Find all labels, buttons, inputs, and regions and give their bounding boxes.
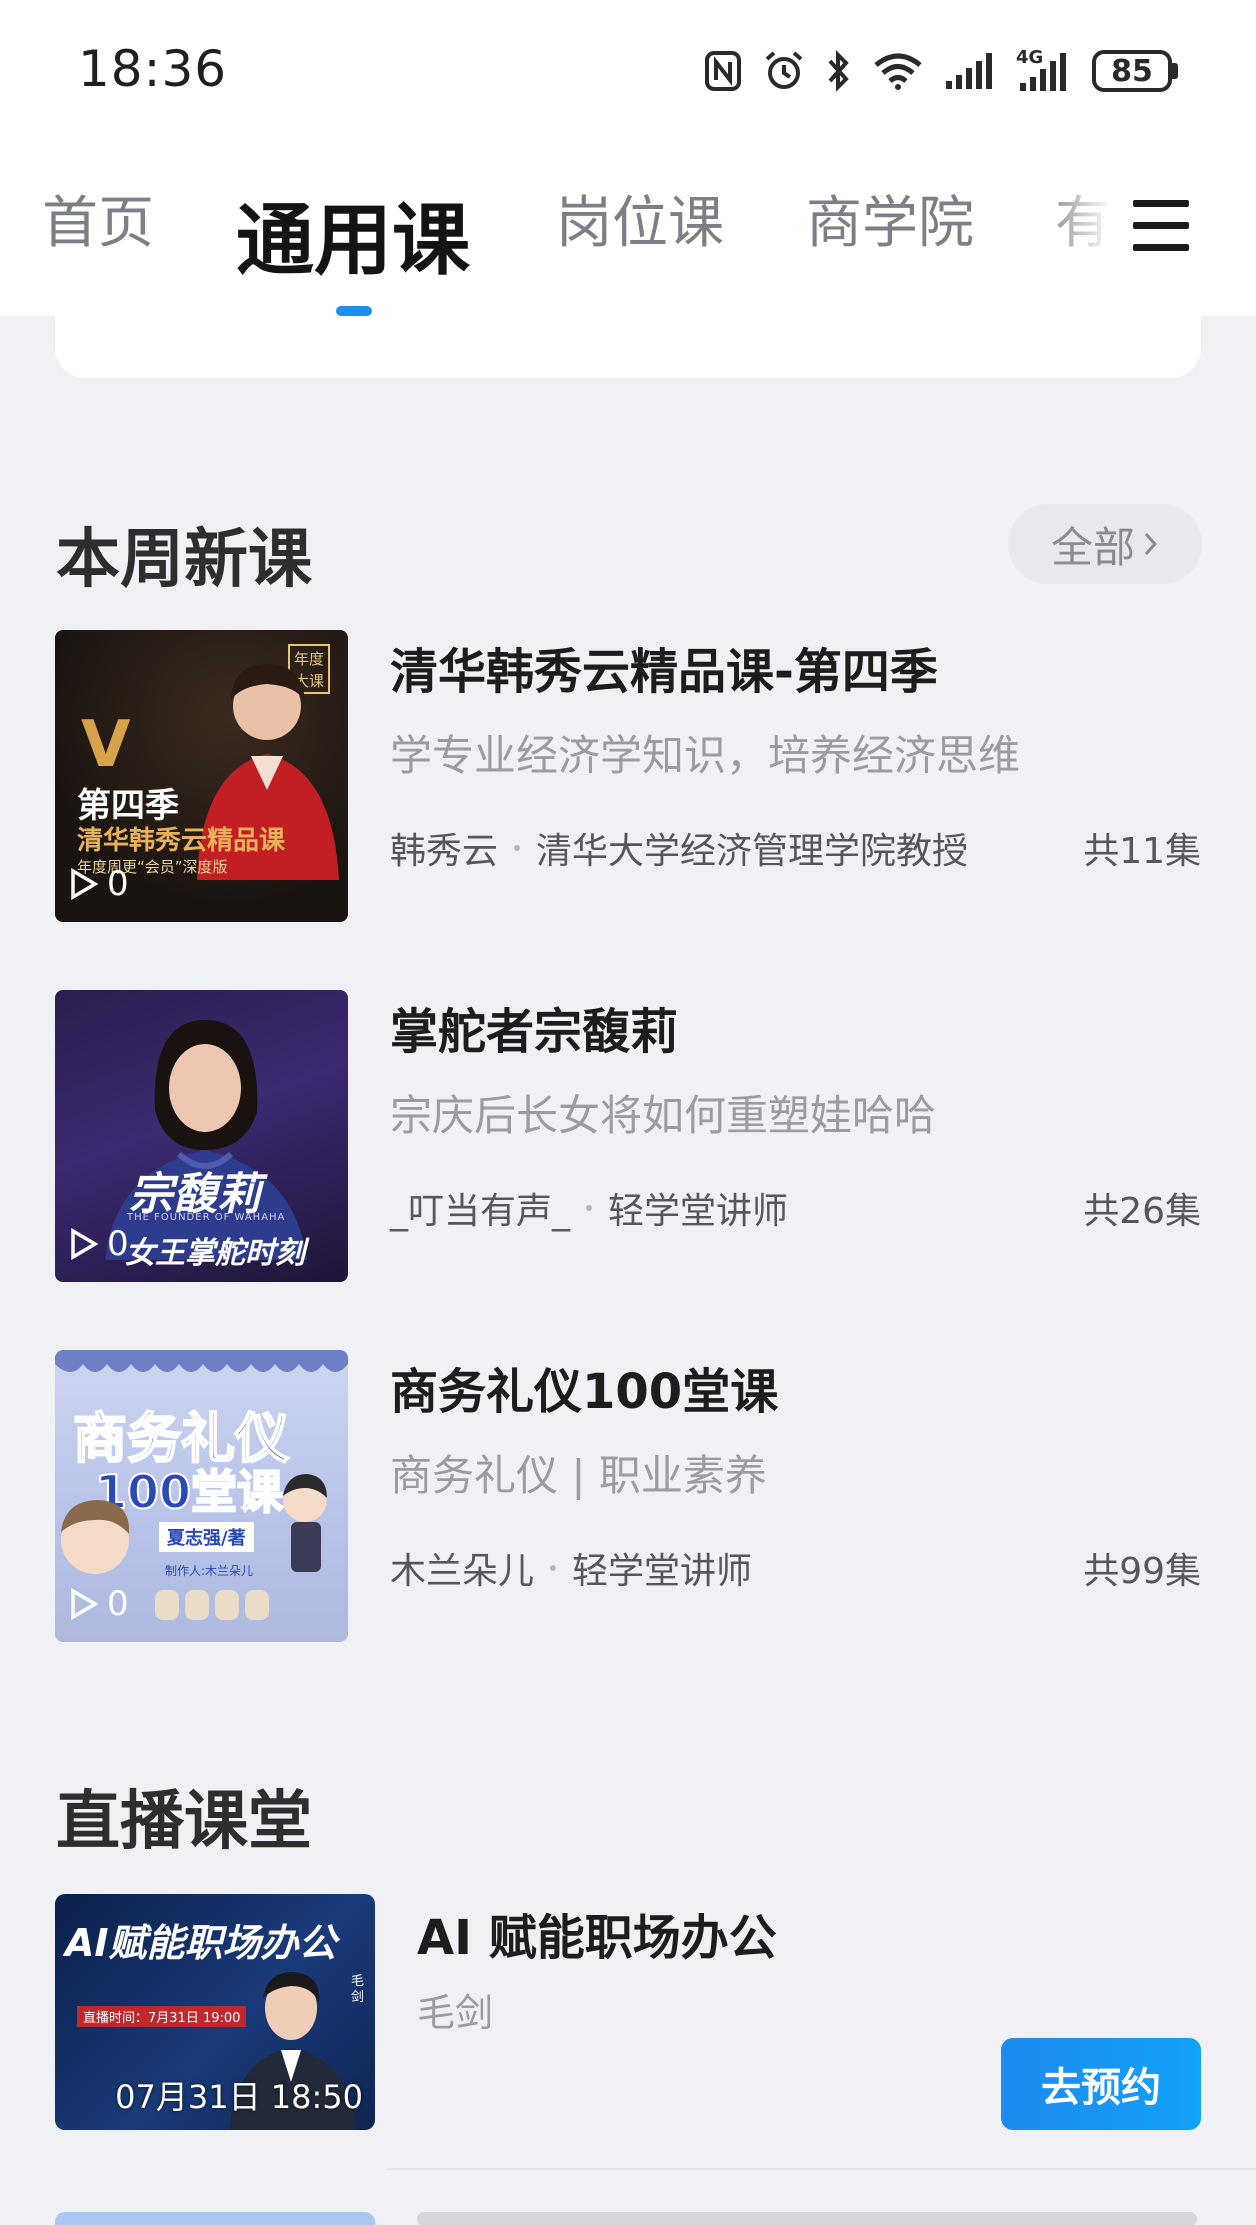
all-button-label: 全部 xyxy=(1050,522,1135,572)
wifi-icon xyxy=(874,53,922,90)
play-count-value: 0 xyxy=(107,1584,129,1624)
top-nav: 首页 通用课 岗位课 商学院 有 xyxy=(0,140,1256,316)
tab-position-courses[interactable]: 岗位课 xyxy=(556,178,724,259)
tab-home[interactable]: 首页 xyxy=(42,178,154,259)
play-icon xyxy=(71,868,99,900)
course-thumbnail[interactable]: 宗馥莉 THE FOUNDER OF WAHAHA 女王掌舵时刻 0 xyxy=(55,990,348,1282)
menu-icon[interactable] xyxy=(1130,196,1192,254)
signal-icon xyxy=(946,53,992,89)
course-subtitle: 学专业经济学知识，培养经济思维 xyxy=(390,731,1021,780)
course-author: _叮当有声_ xyxy=(390,1191,571,1232)
course-item[interactable]: 商务礼仪 100堂课 夏志强/著 制作人:木兰朵儿 0 商务礼仪100堂课 商务… xyxy=(55,1350,1201,1642)
episode-count: 共99集 xyxy=(1083,1551,1201,1592)
alarm-icon xyxy=(765,51,803,89)
play-count-value: 0 xyxy=(107,1224,129,1264)
course-author: 韩秀云 xyxy=(390,831,499,872)
play-count-value: 0 xyxy=(107,864,129,904)
all-button[interactable]: 全部 xyxy=(1008,504,1202,584)
previous-card-bottom xyxy=(55,316,1201,378)
bluetooth-icon xyxy=(828,50,849,92)
course-meta: 木兰朵儿 轻学堂讲师 xyxy=(390,1542,752,1594)
thumb-line3: 女王掌舵时刻 xyxy=(125,1236,305,1271)
course-thumbnail[interactable]: 年度大课 V 第四季 清华韩秀云精品课 年度周更“会员”深度版 0 xyxy=(55,630,348,922)
course-subtitle: 商务礼仪 | 职业素养 xyxy=(390,1451,767,1500)
nfc-icon xyxy=(705,51,741,91)
tab-business-school[interactable]: 商学院 xyxy=(806,178,974,259)
section-title-live: 直播课堂 xyxy=(56,1785,312,1859)
live-thumbnail[interactable]: AI赋能职场办公 直播时间：7月31日 19:00 毛剑 07月31日 18:5… xyxy=(55,1894,375,2130)
play-icon xyxy=(71,1588,99,1620)
play-icon xyxy=(71,1228,99,1260)
live-time: 07月31日 18:50 xyxy=(115,2078,363,2116)
course-title[interactable]: 清华韩秀云精品课-第四季 xyxy=(390,632,938,702)
reserve-button[interactable]: 去预约 xyxy=(1001,2038,1201,2130)
battery-icon: 85 xyxy=(1092,50,1178,92)
course-title[interactable]: 掌舵者宗馥莉 xyxy=(390,992,678,1062)
course-item[interactable]: 年度大课 V 第四季 清华韩秀云精品课 年度周更“会员”深度版 0 清华韩秀云精… xyxy=(55,630,1201,922)
tab-general-courses[interactable]: 通用课 xyxy=(236,178,470,290)
next-live-thumbnail-peek xyxy=(55,2212,375,2225)
episode-count: 共11集 xyxy=(1083,831,1201,872)
play-count: 0 xyxy=(69,864,129,904)
course-thumbnail[interactable]: 商务礼仪 100堂课 夏志强/著 制作人:木兰朵儿 0 xyxy=(55,1350,348,1642)
course-title[interactable]: 商务礼仪100堂课 xyxy=(390,1352,778,1422)
live-thumb-date: 直播时间：7月31日 19:00 xyxy=(77,2006,247,2027)
live-thumb-headline: AI赋能职场办公 xyxy=(65,1921,337,1965)
status-bar: 18:36 4G 85 xyxy=(0,0,1256,140)
course-item[interactable]: 宗馥莉 THE FOUNDER OF WAHAHA 女王掌舵时刻 0 掌舵者宗馥… xyxy=(55,990,1201,1282)
battery-level: 85 xyxy=(1092,50,1172,92)
live-thumb-name-tag: 毛剑 xyxy=(351,1974,365,2005)
play-count: 0 xyxy=(69,1224,129,1264)
course-author-role: 轻学堂讲师 xyxy=(608,1191,789,1232)
live-host: 毛剑 xyxy=(417,1991,494,2035)
thumb-line2: THE FOUNDER OF WAHAHA xyxy=(127,1212,286,1223)
course-author: 木兰朵儿 xyxy=(390,1551,535,1592)
thumb-line2: 清华韩秀云精品课 xyxy=(77,826,286,856)
signal-4g-icon: 4G xyxy=(1016,47,1072,93)
thumb-logo: V xyxy=(81,708,131,782)
section-title-weekly: 本周新课 xyxy=(56,523,312,597)
course-meta: _叮当有声_ 轻学堂讲师 xyxy=(390,1182,788,1234)
course-author-role: 清华大学经济管理学院教授 xyxy=(536,831,969,872)
divider xyxy=(386,2168,1256,2170)
status-time: 18:36 xyxy=(78,40,228,98)
course-meta: 韩秀云 清华大学经济管理学院教授 xyxy=(390,822,968,874)
live-item[interactable]: AI赋能职场办公 直播时间：7月31日 19:00 毛剑 07月31日 18:5… xyxy=(55,1892,1201,2132)
course-author-role: 轻学堂讲师 xyxy=(572,1551,753,1592)
live-title[interactable]: AI 赋能职场办公 xyxy=(417,1898,777,1968)
active-tab-indicator xyxy=(336,306,372,316)
course-subtitle: 宗庆后长女将如何重塑娃哈哈 xyxy=(390,1091,937,1140)
chevron-right-icon xyxy=(1144,532,1158,556)
play-count: 0 xyxy=(69,1584,129,1624)
nav-fade xyxy=(1040,140,1130,316)
next-live-title-peek xyxy=(417,2212,1197,2225)
episode-count: 共26集 xyxy=(1083,1191,1201,1232)
status-icons: 4G 85 xyxy=(704,46,1178,96)
